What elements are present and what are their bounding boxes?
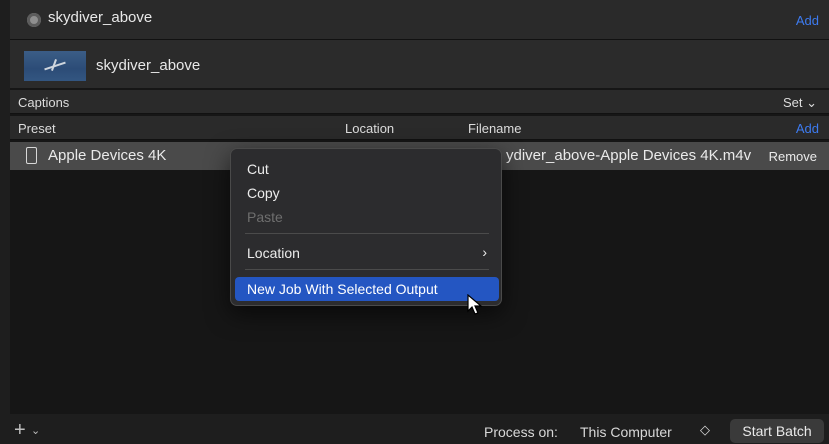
start-batch-button[interactable]: Start Batch <box>730 419 824 443</box>
context-menu: Cut Copy Paste Location › New Job With S… <box>230 148 502 306</box>
process-on-label: Process on: <box>484 424 558 440</box>
mouse-pointer-icon <box>467 294 483 315</box>
captions-row: Captions Set ⌄ <box>10 90 829 114</box>
job-header[interactable]: skydiver_above Add <box>10 0 829 40</box>
source-thumbnail <box>24 51 86 81</box>
menu-item-new-job-with-selected-output[interactable]: New Job With Selected Output <box>235 277 499 301</box>
column-filename[interactable]: Filename <box>468 121 521 136</box>
iphone-icon <box>26 147 37 164</box>
menu-item-location[interactable]: Location › <box>235 242 499 264</box>
output-filename[interactable]: ydiver_above-Apple Devices 4K.m4v <box>506 147 751 164</box>
job-settings-icon[interactable] <box>27 13 41 27</box>
column-preset[interactable]: Preset <box>18 121 56 136</box>
add-output-button[interactable]: Add <box>796 121 819 136</box>
chevron-down-icon[interactable]: ⌄ <box>31 424 40 437</box>
menu-separator <box>245 233 489 234</box>
column-location[interactable]: Location <box>345 121 394 136</box>
up-down-chevron-icon[interactable]: ◇ <box>700 422 710 438</box>
add-job-icon[interactable]: + <box>14 420 26 440</box>
captions-label: Captions <box>18 95 70 110</box>
remove-output-button[interactable]: Remove <box>769 149 817 164</box>
menu-item-label: Paste <box>247 209 283 225</box>
outputs-column-header: Preset Location Filename Add <box>10 116 829 140</box>
menu-item-copy[interactable]: Copy <box>235 182 499 204</box>
job-title: skydiver_above <box>48 9 153 26</box>
menu-separator <box>245 269 489 270</box>
source-row[interactable]: skydiver_above <box>10 40 829 88</box>
menu-item-paste: Paste <box>235 206 499 228</box>
process-on-select[interactable]: This Computer <box>580 424 672 440</box>
source-name: skydiver_above <box>96 57 201 74</box>
menu-item-label: Location <box>247 245 300 261</box>
menu-item-label: Copy <box>247 185 280 201</box>
output-preset: Apple Devices 4K <box>48 147 167 164</box>
menu-item-cut[interactable]: Cut <box>235 158 499 180</box>
menu-item-label: Cut <box>247 161 269 177</box>
chevron-right-icon: › <box>482 244 487 260</box>
captions-set-button[interactable]: Set ⌄ <box>783 95 817 111</box>
bottom-toolbar: + ⌄ Process on: This Computer ◇ Start Ba… <box>0 418 829 444</box>
job-add-button[interactable]: Add <box>796 13 819 28</box>
menu-item-label: New Job With Selected Output <box>247 281 438 297</box>
